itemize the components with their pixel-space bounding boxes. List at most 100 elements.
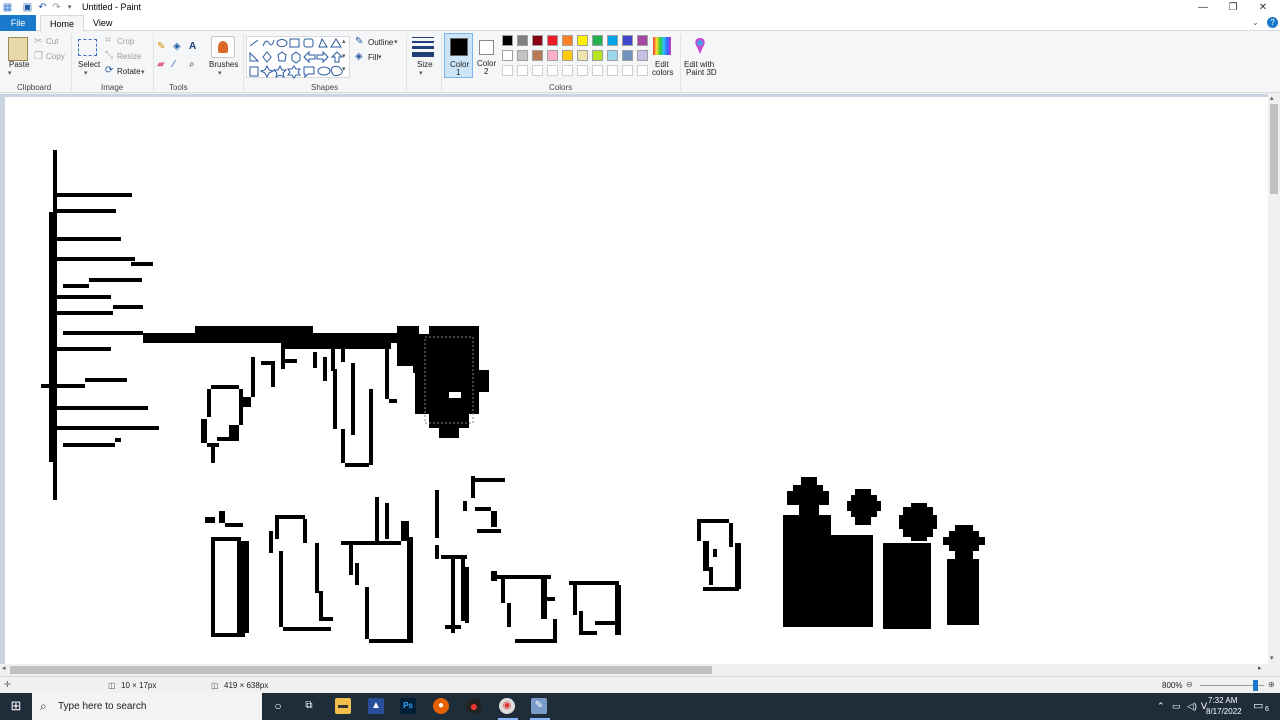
paint-taskbar-icon[interactable]: ✎ [531,698,547,714]
tab-view[interactable]: View [84,15,121,31]
fill-bucket-icon[interactable]: ◈ [173,41,181,53]
zoom-slider-thumb[interactable] [1253,680,1258,691]
clock-date[interactable]: 8/17/2022 [1206,707,1242,716]
customize-quick-access-icon[interactable]: ▾ [64,2,75,13]
brushes-button[interactable]: Brushes [209,60,238,69]
paste-dropdown-icon[interactable]: ▾ [8,68,12,80]
chrome-icon[interactable]: ◉ [499,698,515,714]
cut-button[interactable]: Cut [46,37,58,46]
palette-swatch[interactable] [637,35,648,46]
brushes-icon[interactable] [211,36,235,58]
color2-button[interactable]: Color 2 [474,33,499,78]
file-explorer-icon[interactable]: ▬ [335,698,351,714]
palette-swatch[interactable] [532,50,543,61]
tab-file[interactable]: File [0,15,36,31]
custom-palette-swatch[interactable] [517,65,528,76]
palette-swatch[interactable] [547,35,558,46]
paint3d-icon[interactable] [692,37,708,55]
palette-swatch[interactable] [592,35,603,46]
outline-button[interactable]: Outline [368,38,393,47]
custom-palette-swatch[interactable] [622,65,633,76]
copy-button[interactable]: Copy [46,52,65,61]
select-button[interactable]: Select [78,60,100,69]
horizontal-scrollbar[interactable]: ◂ ▸ [0,664,1268,676]
network-icon[interactable]: ▭ [1172,701,1181,712]
palette-swatch[interactable] [622,35,633,46]
shapes-gallery-icons[interactable] [247,37,351,79]
scroll-down-icon[interactable]: ▾ [1270,654,1274,662]
custom-palette-swatch[interactable] [592,65,603,76]
pencil-icon[interactable]: ✎ [157,41,165,53]
palette-swatch[interactable] [532,35,543,46]
size-icon[interactable] [412,37,434,57]
custom-palette-swatch[interactable] [502,65,513,76]
paste-icon[interactable] [8,37,28,61]
palette-swatch[interactable] [517,35,528,46]
cortana-icon[interactable]: ○ [270,698,286,714]
zoom-out-icon[interactable]: ⊖ [1186,680,1193,689]
palette-swatch[interactable] [517,50,528,61]
collapse-ribbon-icon[interactable]: ⌄ [1252,18,1259,27]
palette-swatch[interactable] [607,50,618,61]
paste-button[interactable]: Paste [9,60,29,69]
vertical-scrollbar[interactable]: ▴ ▾ [1268,94,1280,664]
palette-swatch[interactable] [547,50,558,61]
custom-palette-swatch[interactable] [532,65,543,76]
taskbar-search[interactable]: ⌕ Type here to search [32,693,262,720]
redo-icon[interactable]: ↷ [51,2,62,13]
select-dropdown-icon[interactable]: ▾ [84,68,88,80]
palette-swatch[interactable] [622,50,633,61]
fill-dropdown-icon[interactable]: ▾ [378,52,382,64]
palette-swatch[interactable] [562,50,573,61]
brushes-dropdown-icon[interactable]: ▾ [218,68,222,80]
edit-colors-line2[interactable]: colors [652,68,673,77]
save-icon[interactable]: ▣ [22,2,33,13]
palette-swatch[interactable] [577,35,588,46]
palette-swatch[interactable] [562,35,573,46]
scroll-up-icon[interactable]: ▴ [1270,94,1274,102]
text-tool-icon[interactable]: A [189,41,196,53]
color1-button[interactable]: Color 1 [444,33,473,78]
volume-icon[interactable]: ◁) [1187,701,1197,712]
rotate-dropdown-icon[interactable]: ▾ [141,67,145,79]
resize-button[interactable]: Resize [117,52,141,61]
tab-home[interactable]: Home [40,15,85,32]
fill-button[interactable]: Fill [368,53,378,62]
palette-swatch[interactable] [502,35,513,46]
close-button[interactable]: ✕ [1248,0,1278,15]
minimize-button[interactable]: — [1188,0,1218,15]
palette-swatch[interactable] [592,50,603,61]
custom-palette-swatch[interactable] [637,65,648,76]
custom-palette-swatch[interactable] [547,65,558,76]
size-dropdown-icon[interactable]: ▾ [419,68,423,80]
shapes-more-icon[interactable]: ▾ [342,64,346,76]
outline-dropdown-icon[interactable]: ▾ [394,37,398,49]
palette-swatch[interactable] [502,50,513,61]
vertical-scroll-thumb[interactable] [1270,104,1278,194]
undo-icon[interactable]: ↶ [37,2,48,13]
photoshop-icon[interactable]: Ps [400,698,416,714]
color-picker-icon[interactable]: ⁄ [173,59,175,71]
custom-palette-swatch[interactable] [562,65,573,76]
notification-icon[interactable]: ▭ [1253,699,1263,712]
horizontal-scroll-thumb[interactable] [10,666,712,674]
drawing-canvas[interactable] [5,97,1268,664]
palette-swatch[interactable] [637,50,648,61]
clock-time[interactable]: 7:32 AM [1208,696,1237,705]
shapes-scroll-up-icon[interactable]: ▴ [342,36,346,48]
app-launcher-icon[interactable]: ▲ [368,698,384,714]
edit-with-paint3d-line2[interactable]: Paint 3D [686,68,717,77]
palette-swatch[interactable] [577,50,588,61]
shapes-scroll-down-icon[interactable]: ▾ [342,51,346,63]
shapes-gallery[interactable] [246,36,351,79]
crop-button[interactable]: Crop [117,37,134,46]
task-view-icon[interactable]: ⧉ [301,698,317,714]
custom-palette-swatch[interactable] [607,65,618,76]
select-icon[interactable] [78,39,97,56]
palette-swatch[interactable] [607,35,618,46]
scroll-right-icon[interactable]: ▸ [1258,664,1262,672]
magnifier-icon[interactable]: ⌕ [189,59,195,71]
maximize-button[interactable]: ❐ [1218,0,1248,15]
help-icon[interactable]: ? [1267,17,1278,28]
edit-colors-icon[interactable] [653,37,671,55]
